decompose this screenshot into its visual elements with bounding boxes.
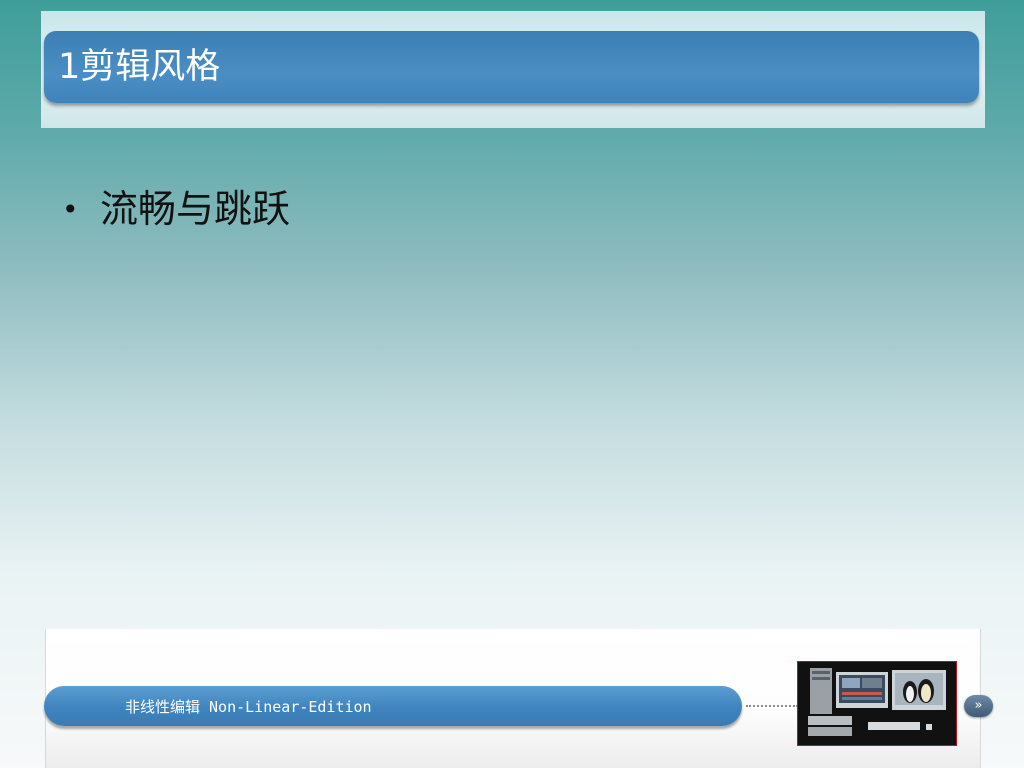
bullet-marker: • xyxy=(62,193,79,226)
editing-workstation-image xyxy=(797,661,957,746)
next-slide-button[interactable]: » xyxy=(964,695,993,717)
editing-workstation-icon xyxy=(798,662,956,745)
slide-title: 1剪辑风格 xyxy=(58,47,221,87)
footer-label: 非线性编辑 Non-Linear-Edition xyxy=(125,698,372,716)
footer-dotted-line xyxy=(746,705,798,707)
bullet-text: 流畅与跳跃 xyxy=(100,187,291,231)
